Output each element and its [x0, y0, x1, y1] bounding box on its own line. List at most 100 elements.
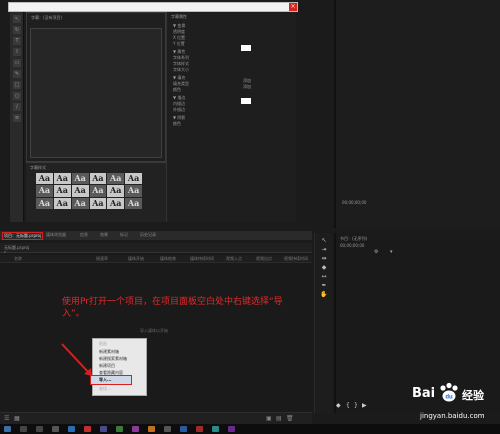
razor-tool-icon[interactable]: ◆	[319, 264, 329, 272]
style-swatch[interactable]: Aa	[125, 197, 142, 209]
taskbar-app-icon[interactable]	[36, 426, 43, 432]
close-icon[interactable]: ×	[289, 3, 297, 11]
column-header[interactable]: 媒体结束	[160, 256, 176, 262]
titler-canvas[interactable]	[30, 28, 162, 158]
taskbar-app-icon[interactable]	[68, 426, 75, 432]
column-header[interactable]: 帧速率	[96, 256, 108, 262]
style-swatch[interactable]: Aa	[53, 185, 71, 197]
ellipse-tool-icon[interactable]: ○	[13, 92, 21, 100]
menu-item-paste[interactable]: 粘贴	[99, 341, 107, 347]
menu-item-new-search-bin[interactable]: 新建搜索素材箱	[99, 356, 127, 362]
select-tool-icon[interactable]: ↖	[13, 15, 21, 23]
play-icon[interactable]: ▶	[362, 402, 367, 409]
align-tool-icon[interactable]: ≡	[13, 114, 21, 122]
prop-row[interactable]: 颜色	[173, 87, 181, 93]
taskbar-app-icon[interactable]	[148, 426, 155, 432]
hand-tool-icon[interactable]: ✋	[319, 291, 329, 299]
new-bin-icon[interactable]: ▣	[266, 415, 272, 422]
type-tool-icon[interactable]: T	[13, 37, 21, 45]
taskbar-app-icon[interactable]	[196, 426, 203, 432]
mark-out-icon[interactable]: }	[354, 402, 358, 409]
pen-tool-icon[interactable]: ✎	[13, 70, 21, 78]
prop-row[interactable]: 外描边	[173, 107, 185, 113]
rect-tool-icon[interactable]: □	[13, 81, 21, 89]
watermark-brand-suffix: 经验	[462, 389, 484, 402]
prop-row[interactable]: Y 位置	[173, 41, 185, 47]
taskbar-app-icon[interactable]	[228, 426, 235, 432]
column-header[interactable]: 媒体开始	[128, 256, 144, 262]
style-swatch[interactable]: Aa	[53, 197, 71, 209]
menu-item-new-item[interactable]: 新建项目	[99, 363, 115, 369]
style-swatch[interactable]: Aa	[125, 185, 142, 197]
style-swatch[interactable]: Aa	[71, 185, 89, 197]
prop-row[interactable]: 字体大小	[173, 67, 189, 73]
baidu-watermark: du Bai 经验 jingyan.baidu.com	[410, 378, 500, 434]
style-swatch[interactable]: Aa	[89, 197, 107, 209]
style-swatch[interactable]: Aa	[125, 173, 142, 185]
color-swatch[interactable]	[241, 45, 251, 51]
style-swatch[interactable]: Aa	[36, 173, 53, 185]
style-swatch[interactable]: Aa	[89, 173, 107, 185]
selection-tool-icon[interactable]: ↖	[319, 237, 329, 245]
rotate-tool-icon[interactable]: ↻	[13, 26, 21, 34]
tab-history[interactable]: 历史记录	[140, 232, 156, 238]
project-tab-bar: 项目：无标题.prproj 媒体浏览器 信息 效果 标记 历史记录	[0, 231, 312, 240]
color-swatch[interactable]	[241, 98, 251, 104]
style-swatch[interactable]: Aa	[107, 185, 125, 197]
list-view-icon[interactable]: ☰	[4, 415, 9, 422]
tab-markers[interactable]: 标记	[120, 232, 128, 238]
tab-media-browser[interactable]: 媒体浏览器	[46, 232, 66, 238]
style-swatch[interactable]: Aa	[36, 185, 53, 197]
prop-row[interactable]: 颜色	[173, 121, 181, 127]
project-panel[interactable]	[0, 240, 312, 412]
style-swatch[interactable]: Aa	[71, 173, 89, 185]
properties-tab-label: 字幕属性	[171, 14, 187, 19]
style-swatch[interactable]: Aa	[107, 197, 125, 209]
paw-logo-icon: du	[440, 382, 458, 402]
taskbar-app-icon[interactable]	[164, 426, 171, 432]
taskbar-app-icon[interactable]	[132, 426, 139, 432]
line-tool-icon[interactable]: /	[13, 103, 21, 111]
taskbar-app-icon[interactable]	[84, 426, 91, 432]
track-select-tool-icon[interactable]: ⇥	[319, 246, 329, 254]
start-icon[interactable]	[4, 426, 11, 432]
taskbar-app-icon[interactable]	[116, 426, 123, 432]
menu-item-view-hidden[interactable]: 查看隐藏内容	[99, 370, 123, 376]
column-header[interactable]: 名称	[14, 256, 22, 262]
fit-dropdown-icon[interactable]: ▾	[390, 249, 396, 255]
trash-icon[interactable]: 🗑	[286, 415, 294, 422]
slip-tool-icon[interactable]: ↔	[319, 273, 329, 281]
tab-project[interactable]: 项目：无标题.prproj	[2, 232, 44, 240]
style-swatch[interactable]: Aa	[36, 197, 53, 209]
taskbar-app-icon[interactable]	[52, 426, 59, 432]
add-marker-icon[interactable]: ◆	[336, 402, 341, 409]
settings-icon[interactable]: ⚙	[374, 249, 380, 255]
style-swatch[interactable]: Aa	[89, 185, 107, 197]
tab-effects[interactable]: 效果	[100, 232, 108, 238]
tab-info[interactable]: 信息	[80, 232, 88, 238]
prop-value[interactable]: 添加	[243, 84, 251, 90]
column-header[interactable]: 媒体持续时间	[190, 256, 214, 262]
style-swatch[interactable]: Aa	[107, 173, 125, 185]
mark-in-icon[interactable]: {	[346, 402, 350, 409]
vertical-type-tool-icon[interactable]: I	[13, 48, 21, 56]
context-menu-items: 粘贴 新建素材箱 新建搜索素材箱 新建项目 查看隐藏内容 导入... 查找...	[92, 338, 147, 396]
style-swatch[interactable]: Aa	[71, 197, 89, 209]
style-swatch[interactable]: Aa	[53, 173, 71, 185]
area-type-tool-icon[interactable]: ▭	[13, 59, 21, 67]
column-header[interactable]: 视频出点	[256, 256, 272, 262]
ripple-edit-tool-icon[interactable]: ⇹	[319, 255, 329, 263]
column-header[interactable]: 视频持续时间	[284, 256, 308, 262]
menu-item-import[interactable]: 导入...	[99, 377, 112, 383]
menu-item-new-bin[interactable]: 新建素材箱	[99, 349, 119, 355]
taskbar-app-icon[interactable]	[20, 426, 27, 432]
taskbar-app-icon[interactable]	[180, 426, 187, 432]
taskbar-app-icon[interactable]	[100, 426, 107, 432]
column-header[interactable]: 视频入点	[226, 256, 242, 262]
new-item-icon[interactable]: ▤	[276, 415, 282, 422]
icon-view-icon[interactable]: ▦	[14, 415, 20, 422]
search-icon[interactable]: ⌕	[4, 249, 8, 254]
menu-item-find[interactable]: 查找...	[99, 386, 111, 392]
pen-tool-icon[interactable]: ✒	[319, 282, 329, 290]
taskbar-app-icon[interactable]	[212, 426, 219, 432]
